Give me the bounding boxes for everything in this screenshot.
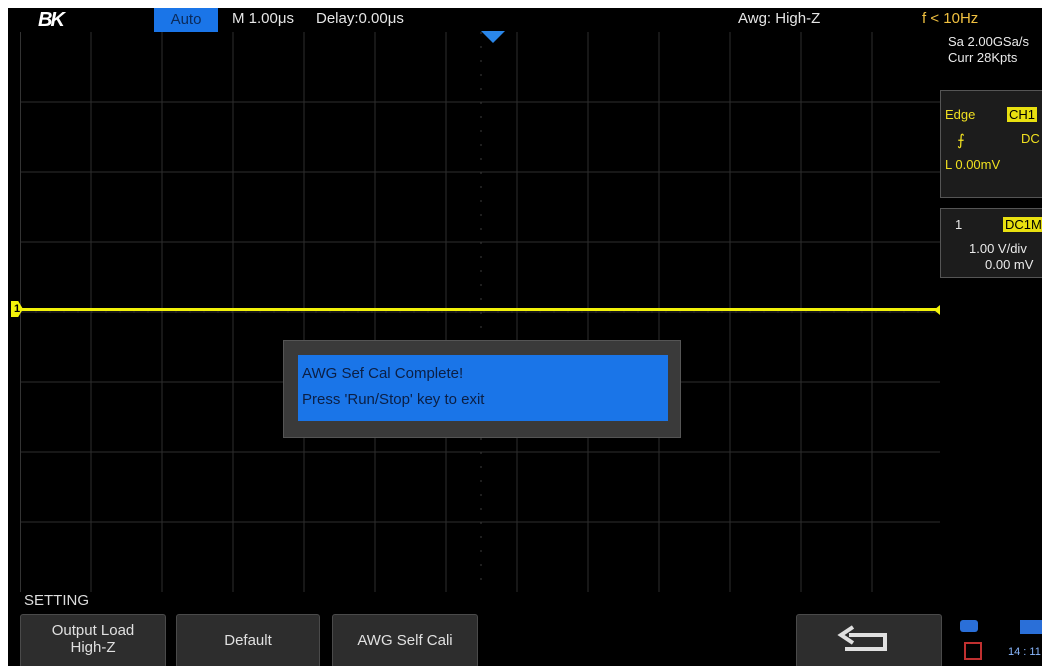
message-line-1: AWG Sef Cal Complete! [302, 365, 464, 382]
channel1-trace [21, 308, 941, 311]
delay-readout: Delay:0.00μs [316, 10, 404, 27]
trigger-source-badge: CH1 [1007, 107, 1038, 122]
sample-rate: Sa 2.00GSa/s [948, 34, 1029, 49]
message-body: AWG Sef Cal Complete! Press 'Run/Stop' k… [298, 355, 668, 421]
rising-edge-icon: ⨍ [957, 132, 965, 149]
trigger-level: L 0.00mV [945, 157, 1001, 172]
volts-per-div: 1.00 V/div [969, 241, 1027, 256]
menu-title: SETTING [24, 592, 90, 609]
message-line-2: Press 'Run/Stop' key to exit [302, 391, 485, 408]
timebase-readout: M 1.00μs [232, 10, 294, 27]
trigger-info-box[interactable]: Edge CH1 ⨍ DC L 0.00mV [940, 90, 1042, 198]
channel-offset: 0.00 mV [985, 257, 1034, 272]
memory-depth: Curr 28Kpts [948, 50, 1018, 65]
pc-connection-icon [1020, 620, 1042, 634]
softkey-awg-self-cali[interactable]: AWG Self Cali [332, 614, 478, 666]
message-dialog: AWG Sef Cal Complete! Press 'Run/Stop' k… [283, 340, 681, 438]
graticule [21, 32, 941, 592]
channel-number: 1 [955, 217, 963, 232]
frequency-readout: f < 10Hz [922, 10, 979, 27]
network-icon [964, 642, 982, 660]
clock: 14 : 11 [1008, 646, 1041, 658]
softkey-label: AWG Self Cali [357, 632, 453, 649]
softkey-output-load[interactable]: Output Load High-Z [20, 614, 166, 666]
return-arrow-icon [837, 625, 887, 651]
brand-logo: BK [38, 9, 65, 31]
status-bar: BK Auto M 1.00μs Delay:0.00μs Awg: High-… [8, 8, 1042, 32]
system-status-area: 14 : 11 [948, 616, 1042, 666]
awg-status: Awg: High-Z [738, 10, 821, 27]
softkey-label: Output Load [51, 622, 135, 639]
trigger-type: Edge [945, 107, 976, 122]
channel-coupling-badge: DC1M [1003, 217, 1042, 232]
softkey-default[interactable]: Default [176, 614, 320, 666]
waveform-grid: 1 [11, 31, 946, 592]
right-info-panel: Sa 2.00GSa/s Curr 28Kpts Edge CH1 ⨍ DC L… [940, 32, 1042, 632]
trigger-coupling: DC [1021, 131, 1040, 146]
softkey-label: Default [224, 632, 272, 649]
trigger-mode-badge[interactable]: Auto [154, 8, 218, 32]
trigger-position-marker [481, 31, 505, 43]
softkey-value: High-Z [70, 639, 116, 656]
channel1-info-box[interactable]: 1 DC1M 1.00 V/div 0.00 mV [940, 208, 1042, 278]
scope-screen: BK Auto M 1.00μs Delay:0.00μs Awg: High-… [8, 8, 1042, 666]
usb-icon [960, 620, 978, 632]
softkey-back[interactable] [796, 614, 942, 666]
